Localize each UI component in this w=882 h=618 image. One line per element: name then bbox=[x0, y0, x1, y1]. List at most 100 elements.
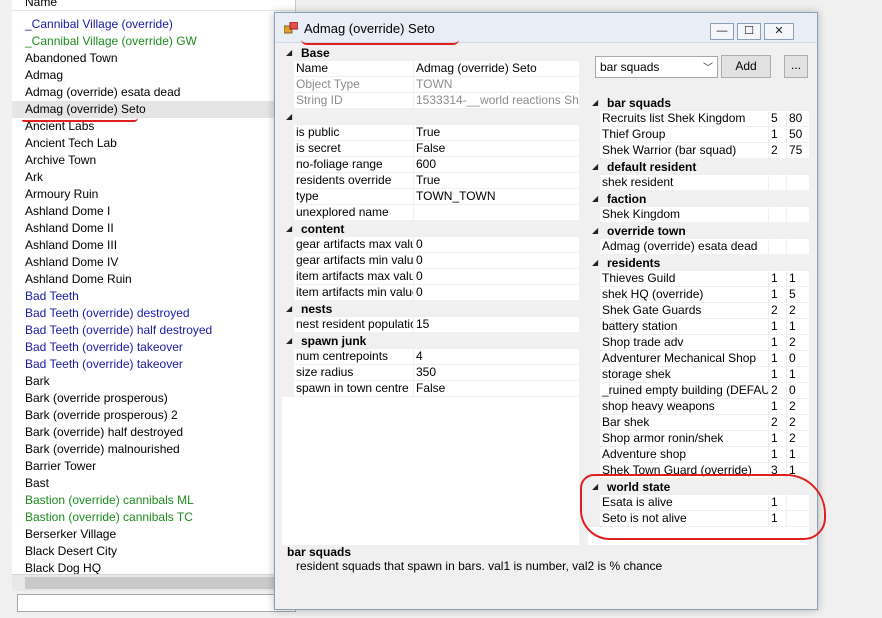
property-row[interactable]: item artifacts min value 0 bbox=[282, 285, 579, 301]
property-value[interactable]: False bbox=[413, 381, 579, 397]
reference-val2[interactable]: 0 bbox=[786, 383, 809, 399]
list-item[interactable]: Bad Teeth (override) destroyed bbox=[12, 305, 295, 322]
property-value[interactable]: True bbox=[413, 125, 579, 141]
reference-val1[interactable]: 1 bbox=[768, 271, 786, 287]
town-list[interactable]: Name _Cannibal Village (override) _Cannib… bbox=[12, 0, 296, 591]
reference-val2[interactable]: 1 bbox=[786, 447, 809, 463]
list-item[interactable]: Ashland Dome III bbox=[12, 237, 295, 254]
reference-val2[interactable]: 75 bbox=[786, 143, 809, 159]
reference-val2[interactable] bbox=[786, 239, 809, 255]
property-value[interactable]: 600 bbox=[413, 157, 579, 173]
list-horizontal-scrollbar[interactable] bbox=[12, 574, 295, 591]
reference-val1[interactable]: 1 bbox=[768, 367, 786, 383]
list-item[interactable]: Ancient Tech Lab bbox=[12, 135, 295, 152]
property-value[interactable]: TOWN_TOWN bbox=[413, 189, 579, 205]
reference-val1[interactable]: 1 bbox=[768, 287, 786, 303]
reference-val1[interactable]: 1 bbox=[768, 319, 786, 335]
reference-val2[interactable]: 2 bbox=[786, 431, 809, 447]
maximize-button[interactable]: ☐ bbox=[737, 23, 761, 40]
collapse-triangle-icon[interactable]: ◢ bbox=[592, 159, 598, 175]
reference-val2[interactable]: 50 bbox=[786, 127, 809, 143]
property-row[interactable]: type TOWN_TOWN bbox=[282, 189, 579, 205]
property-row[interactable]: nest resident population 15 bbox=[282, 317, 579, 333]
list-item[interactable]: Archive Town bbox=[12, 152, 295, 169]
reference-type-select[interactable]: bar squads ﹀ bbox=[595, 56, 718, 78]
reference-val1[interactable]: 2 bbox=[768, 383, 786, 399]
collapse-triangle-icon[interactable]: ◢ bbox=[592, 95, 598, 111]
property-row[interactable]: unexplored name bbox=[282, 205, 579, 221]
reference-val2[interactable]: 0 bbox=[786, 351, 809, 367]
list-item[interactable]: Ashland Dome II bbox=[12, 220, 295, 237]
property-row[interactable]: residents override True bbox=[282, 173, 579, 189]
property-category[interactable]: ◢ content bbox=[282, 221, 579, 237]
list-item[interactable]: Bad Teeth bbox=[12, 288, 295, 305]
property-row[interactable]: gear artifacts min value 0 bbox=[282, 253, 579, 269]
property-category[interactable]: ◢ nests bbox=[282, 301, 579, 317]
reference-val2[interactable] bbox=[786, 207, 809, 223]
property-row[interactable]: item artifacts max value 0 bbox=[282, 269, 579, 285]
collapse-triangle-icon[interactable]: ◢ bbox=[286, 301, 292, 317]
property-row[interactable]: Name Admag (override) Seto bbox=[282, 61, 579, 77]
collapse-triangle-icon[interactable]: ◢ bbox=[592, 223, 598, 239]
property-row[interactable]: no-foliage range 600 bbox=[282, 157, 579, 173]
collapse-triangle-icon[interactable]: ◢ bbox=[286, 221, 292, 237]
reference-category[interactable]: ◢ residents bbox=[588, 255, 809, 271]
collapse-triangle-icon[interactable]: ◢ bbox=[592, 255, 598, 271]
reference-val2[interactable]: 1 bbox=[786, 367, 809, 383]
reference-val1[interactable]: 1 bbox=[768, 399, 786, 415]
reference-row[interactable]: shek resident bbox=[588, 175, 809, 191]
close-button[interactable]: ✕ bbox=[764, 23, 794, 40]
property-value[interactable]: 0 bbox=[413, 237, 579, 253]
reference-val1[interactable]: 1 bbox=[768, 351, 786, 367]
reference-category[interactable]: ◢ override town bbox=[588, 223, 809, 239]
reference-category[interactable]: ◢ bar squads bbox=[588, 95, 809, 111]
list-item[interactable]: Black Desert City bbox=[12, 543, 295, 560]
reference-row[interactable]: Thieves Guild 1 1 bbox=[588, 271, 809, 287]
reference-val1[interactable]: 5 bbox=[768, 111, 786, 127]
list-item[interactable]: Bark bbox=[12, 373, 295, 390]
list-item[interactable]: Bastion (override) cannibals ML bbox=[12, 492, 295, 509]
reference-row[interactable]: Admag (override) esata dead bbox=[588, 239, 809, 255]
reference-category[interactable]: ◢ default resident bbox=[588, 159, 809, 175]
reference-val2[interactable]: 2 bbox=[786, 303, 809, 319]
list-item[interactable]: Ashland Dome I bbox=[12, 203, 295, 220]
reference-val1[interactable] bbox=[768, 207, 786, 223]
minimize-button[interactable]: — bbox=[710, 23, 734, 40]
list-item[interactable]: Bastion (override) cannibals TC bbox=[12, 509, 295, 526]
titlebar[interactable]: Admag (override) Seto — ☐ ✕ bbox=[275, 13, 817, 45]
property-value[interactable]: Admag (override) Seto bbox=[413, 61, 579, 77]
reference-category[interactable]: ◢ faction bbox=[588, 191, 809, 207]
reference-row[interactable]: Recruits list Shek Kingdom 5 80 bbox=[588, 111, 809, 127]
property-value[interactable]: 1533314-__world reactions Shek bbox=[413, 93, 579, 109]
more-button[interactable]: ... bbox=[784, 55, 808, 78]
reference-row[interactable]: Shek Kingdom bbox=[588, 207, 809, 223]
list-item[interactable]: Bad Teeth (override) takeover bbox=[12, 356, 295, 373]
reference-row[interactable]: Adventure shop 1 1 bbox=[588, 447, 809, 463]
list-header-name[interactable]: Name bbox=[12, 0, 295, 11]
reference-val1[interactable]: 2 bbox=[768, 303, 786, 319]
property-row[interactable]: size radius 350 bbox=[282, 365, 579, 381]
collapse-triangle-icon[interactable]: ◢ bbox=[286, 45, 292, 61]
list-item[interactable]: Admag (override) esata dead bbox=[12, 84, 295, 101]
list-item[interactable]: Bad Teeth (override) half destroyed bbox=[12, 322, 295, 339]
property-row[interactable]: gear artifacts max value 0 bbox=[282, 237, 579, 253]
list-item[interactable]: Bark (override) malnourished bbox=[12, 441, 295, 458]
reference-row[interactable]: Shek Warrior (bar squad) 2 75 bbox=[588, 143, 809, 159]
reference-val2[interactable]: 1 bbox=[786, 319, 809, 335]
collapse-triangle-icon[interactable]: ◢ bbox=[286, 333, 292, 349]
list-item[interactable]: Bark (override prosperous) bbox=[12, 390, 295, 407]
property-row[interactable]: String ID 1533314-__world reactions Shek bbox=[282, 93, 579, 109]
list-item[interactable]: Ashland Dome Ruin bbox=[12, 271, 295, 288]
collapse-triangle-icon[interactable]: ◢ bbox=[592, 191, 598, 207]
reference-row[interactable]: Shop armor ronin/shek 1 2 bbox=[588, 431, 809, 447]
reference-val1[interactable] bbox=[768, 175, 786, 191]
list-item[interactable]: Armoury Ruin bbox=[12, 186, 295, 203]
property-category[interactable]: ◢ Base bbox=[282, 45, 579, 61]
reference-row[interactable]: Shek Gate Guards 2 2 bbox=[588, 303, 809, 319]
reference-val2[interactable]: 5 bbox=[786, 287, 809, 303]
add-button[interactable]: Add bbox=[721, 55, 771, 78]
list-item[interactable]: Admag bbox=[12, 67, 295, 84]
property-value[interactable]: 0 bbox=[413, 253, 579, 269]
property-grid[interactable]: ◢ Base Name Admag (override) Seto Object Typ… bbox=[282, 45, 579, 545]
reference-row[interactable]: Shop trade adv 1 2 bbox=[588, 335, 809, 351]
